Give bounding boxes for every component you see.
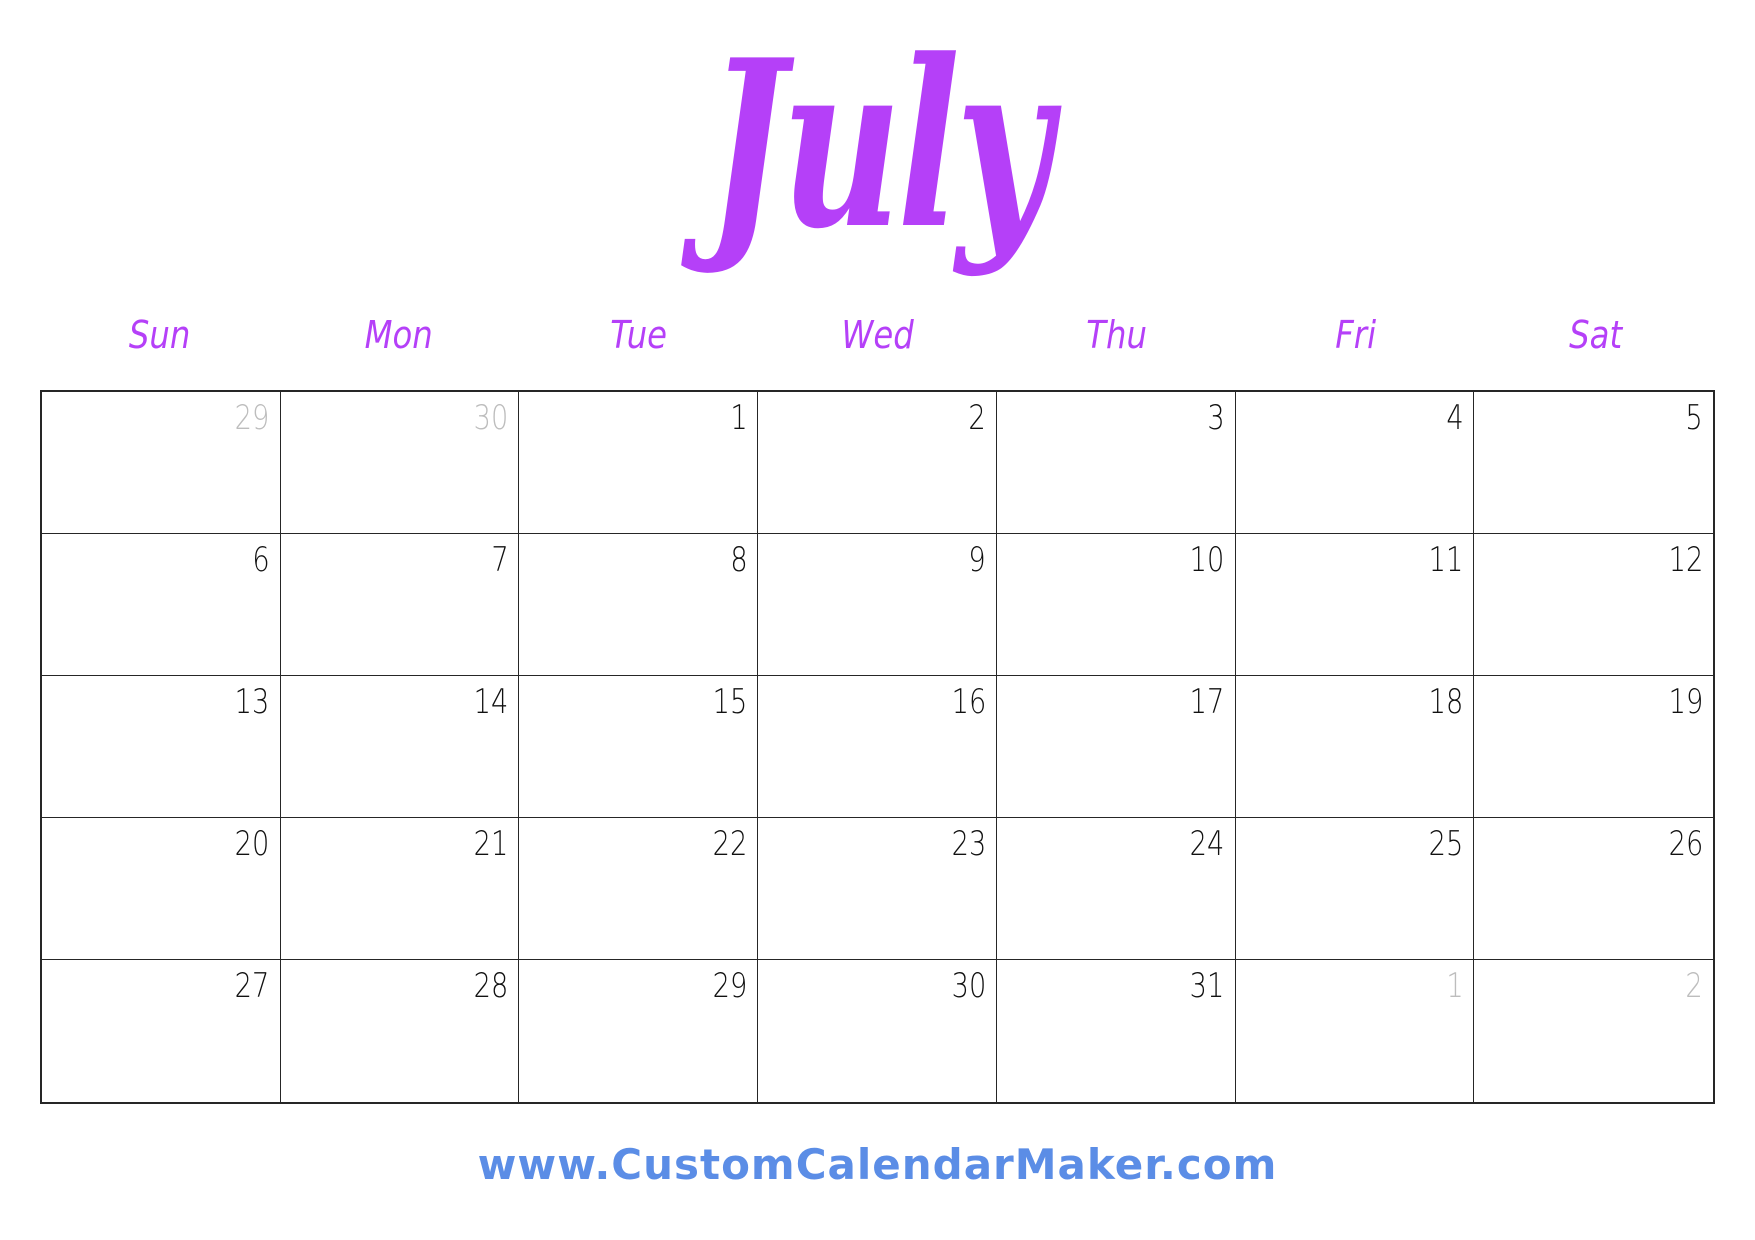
day-cell: 8 [519,534,759,676]
day-number: 12 [1668,540,1703,580]
day-number: 20 [235,824,270,864]
day-number: 7 [491,540,509,580]
day-number: 11 [1428,540,1464,580]
day-cell: 2 [1474,960,1713,1102]
day-number: 30 [951,966,986,1006]
month-title: July [707,10,1052,280]
calendar-grid: 29 30 1 2 3 4 5 6 7 8 9 10 11 12 13 14 15 16 17 18 19 20 21 22 2… [40,390,1715,1104]
footer-website-link[interactable]: www.CustomCalendarMaker.com [0,1140,1755,1189]
day-cell: 17 [996,676,1236,818]
day-number: 25 [1428,824,1464,864]
day-number: 29 [712,966,748,1006]
day-cell: 3 [996,392,1236,534]
day-cell: 15 [519,676,759,818]
day-cell: 10 [996,534,1236,676]
day-cell: 7 [280,534,520,676]
day-cell: 19 [1474,676,1713,818]
day-number: 14 [473,682,509,722]
day-number: 26 [1668,824,1703,864]
day-number: 31 [1189,966,1225,1006]
day-number: 17 [1189,682,1225,722]
day-cell: 1 [1236,960,1475,1102]
day-cell: 29 [519,960,759,1102]
day-number: 13 [235,682,270,722]
day-cell: 30 [758,960,997,1102]
day-number: 22 [712,824,748,864]
weekday-label-mon: Mon [364,313,433,357]
adjacent-month-day-number: 2 [1685,966,1703,1006]
day-cell: 6 [42,534,281,676]
adjacent-month-day-number: 29 [235,398,270,438]
day-number: 4 [1445,398,1464,438]
day-cell: 11 [1235,534,1475,676]
weekday-label-thu: Thu [1086,313,1148,357]
day-number: 16 [951,682,986,722]
day-number: 10 [1189,540,1225,580]
day-cell: 31 [997,960,1236,1102]
day-number: 6 [252,540,270,580]
weekday-label-wed: Wed [841,313,914,357]
day-cell: 25 [1235,818,1475,960]
day-cell: 29 [42,392,281,534]
day-number: 28 [473,966,509,1006]
day-cell: 23 [758,818,997,960]
day-cell: 5 [1474,392,1713,534]
day-cell: 4 [1235,392,1475,534]
weekday-label-tue: Tue [609,313,667,357]
day-cell: 1 [519,392,759,534]
day-cell: 18 [1235,676,1475,818]
day-cell: 26 [1474,818,1713,960]
day-cell: 22 [519,818,759,960]
day-cell: 14 [280,676,520,818]
adjacent-month-day-number: 1 [1445,966,1464,1006]
day-number: 19 [1668,682,1703,722]
day-number: 23 [951,824,986,864]
day-number: 18 [1428,682,1464,722]
day-cell: 27 [42,960,281,1102]
adjacent-month-day-number: 30 [473,398,509,438]
weekday-label-sat: Sat [1568,313,1622,357]
weekday-header-row: Sun Mon Tue Wed Thu Fri Sat [40,305,1715,365]
day-number: 15 [712,682,748,722]
day-cell: 30 [280,392,520,534]
day-cell: 20 [42,818,281,960]
day-cell: 12 [1474,534,1713,676]
day-number: 5 [1685,398,1703,438]
day-number: 9 [968,540,986,580]
day-number: 21 [473,824,509,864]
day-cell: 16 [758,676,997,818]
day-number: 3 [1207,398,1225,438]
day-cell: 2 [758,392,997,534]
day-number: 1 [729,398,748,438]
day-cell: 21 [280,818,520,960]
weekday-label-fri: Fri [1335,313,1377,357]
day-number: 27 [235,966,270,1006]
weekday-label-sun: Sun [128,313,191,357]
day-number: 2 [968,398,986,438]
day-cell: 24 [996,818,1236,960]
day-cell: 28 [281,960,520,1102]
day-cell: 13 [42,676,281,818]
day-number: 8 [729,540,748,580]
day-number: 24 [1189,824,1225,864]
day-cell: 9 [758,534,997,676]
